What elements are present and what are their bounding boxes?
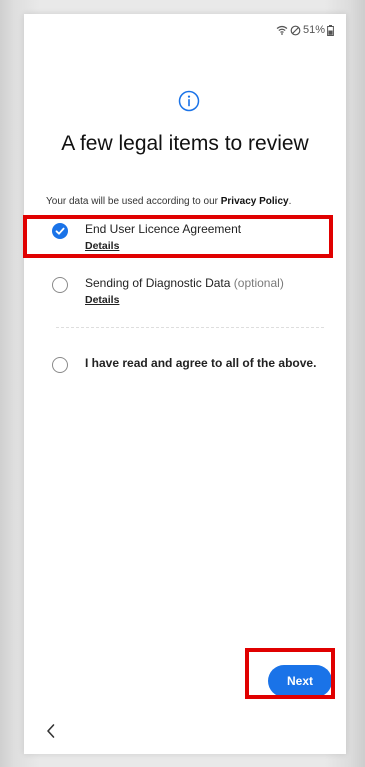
chevron-left-icon[interactable] <box>44 722 58 740</box>
battery-icon <box>327 24 334 36</box>
wifi-icon <box>276 25 288 35</box>
privacy-intro-text: Your data will be used according to our <box>46 196 221 207</box>
diagnostic-data-checkbox[interactable] <box>52 277 68 293</box>
battery-percent: 51% <box>302 24 325 36</box>
status-bar: 51% <box>276 24 334 36</box>
highlight-box-eula <box>23 215 333 258</box>
phone-screen: 51% A few legal items to review Your dat… <box>24 14 346 754</box>
agree-all-checkbox[interactable] <box>52 357 68 373</box>
optional-tag: (optional) <box>233 276 284 290</box>
privacy-intro: Your data will be used according to our … <box>46 196 291 207</box>
divider <box>56 327 324 328</box>
option-agree-all[interactable]: I have read and agree to all of the abov… <box>52 356 316 373</box>
agree-all-label: I have read and agree to all of the abov… <box>85 356 317 370</box>
screenshot-canvas: 51% A few legal items to review Your dat… <box>0 0 365 767</box>
diagnostic-data-label-text: Sending of Diagnostic Data <box>85 276 231 290</box>
diagnostic-details-link[interactable]: Details <box>85 293 284 307</box>
info-icon <box>178 90 200 112</box>
privacy-intro-suffix: . <box>288 196 292 207</box>
privacy-policy-link[interactable]: Privacy Policy <box>221 196 289 207</box>
option-diagnostic-data[interactable]: Sending of Diagnostic Data (optional) De… <box>52 276 284 307</box>
do-not-disturb-icon <box>290 25 301 36</box>
page-title: A few legal items to review <box>61 132 309 155</box>
highlight-box-next <box>245 648 335 699</box>
diagnostic-data-label: Sending of Diagnostic Data (optional) <box>85 276 284 291</box>
